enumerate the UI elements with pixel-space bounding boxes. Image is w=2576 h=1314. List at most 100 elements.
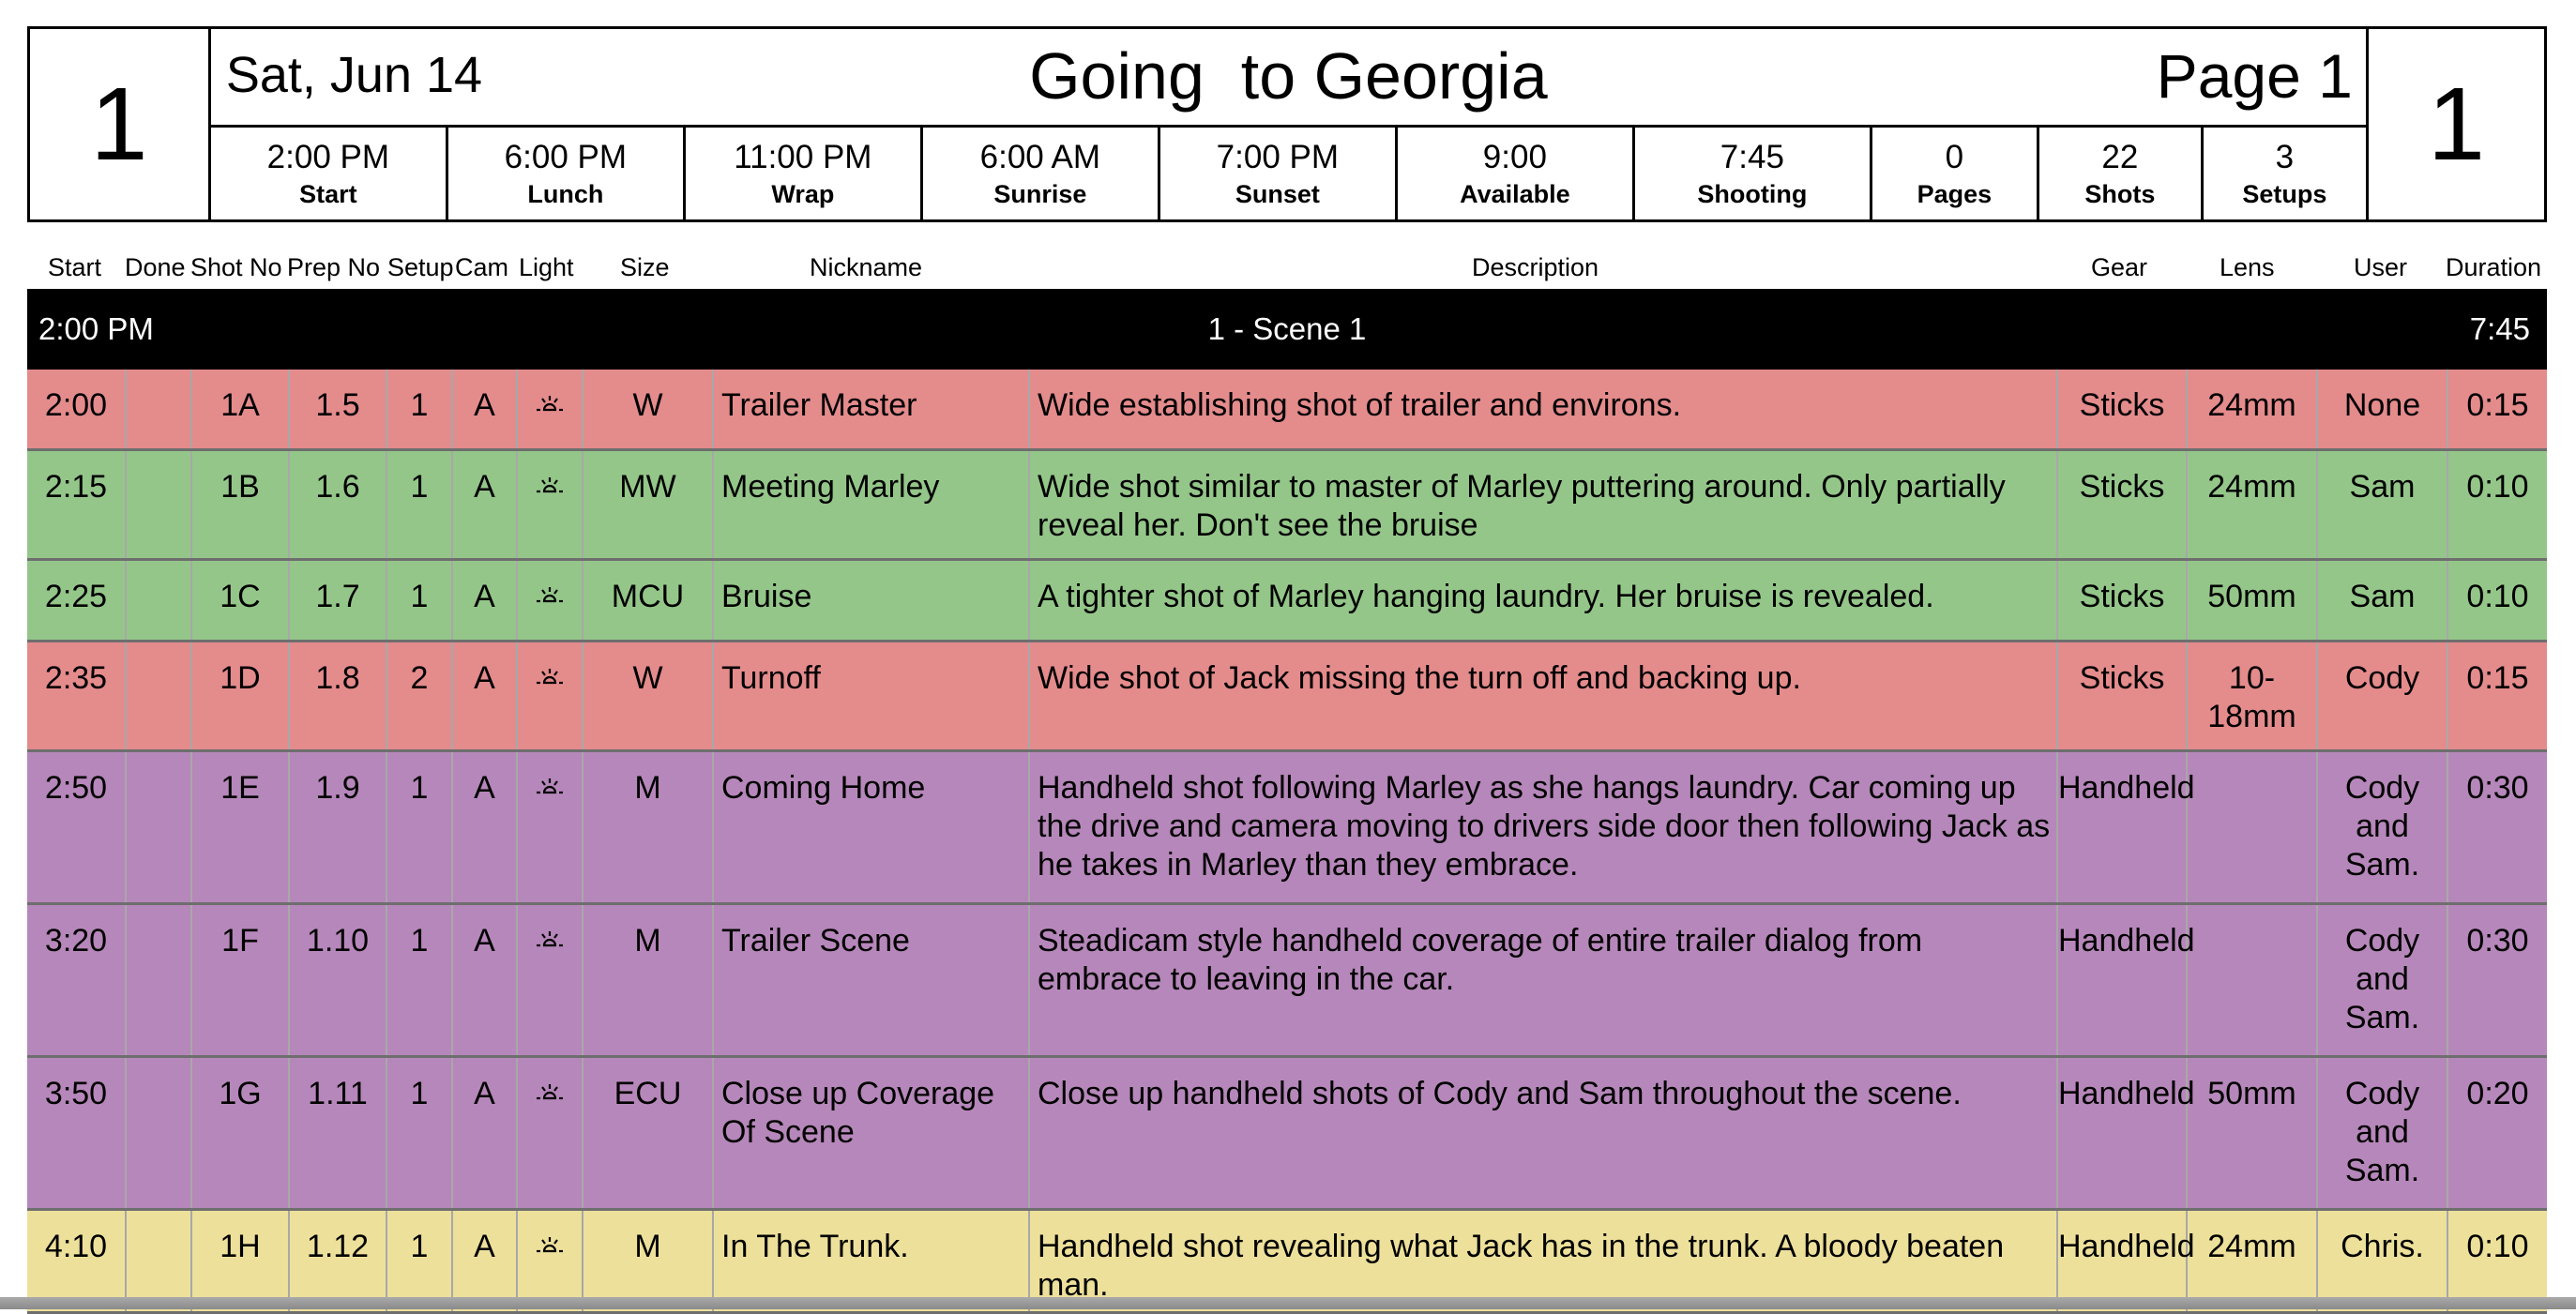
cell-prep: 1.5 bbox=[290, 370, 387, 448]
stat-value: 0 bbox=[1945, 138, 1964, 175]
cell-lens: 24mm bbox=[2188, 370, 2318, 448]
stat-shots: 22 Shots bbox=[2039, 128, 2204, 219]
cell-nickname: Trailer Scene bbox=[714, 905, 1030, 1055]
column-headers: Start Done Shot No Prep No Setup Cam Light Size… bbox=[27, 253, 2547, 287]
column-header-setup[interactable]: Setup bbox=[387, 253, 454, 282]
cell-size: MW bbox=[583, 451, 714, 558]
cell-lens bbox=[2188, 752, 2318, 902]
cell-size: W bbox=[583, 370, 714, 448]
shot-row[interactable]: 2:00 1A 1.5 1 A W Trailer Master Wide establish… bbox=[27, 370, 2547, 451]
cell-prep: 1.11 bbox=[290, 1058, 387, 1208]
header-center: Sat, Jun 14 Going to Georgia Page 1 2:00… bbox=[210, 29, 2366, 219]
cell-duration: 0:10 bbox=[2466, 469, 2529, 505]
column-header-prep-no[interactable]: Prep No bbox=[287, 253, 380, 282]
shot-row[interactable]: 3:20 1F 1.10 1 A M Trailer Scene Steadicam styl… bbox=[27, 905, 2547, 1058]
column-header-lens[interactable]: Lens bbox=[2220, 253, 2275, 282]
cell-done[interactable] bbox=[127, 1058, 192, 1208]
cell-done[interactable] bbox=[127, 752, 192, 902]
cell-done[interactable] bbox=[127, 1211, 192, 1311]
stat-value: 7:45 bbox=[1720, 138, 1784, 175]
cell-done[interactable] bbox=[127, 561, 192, 640]
sun-icon bbox=[536, 1076, 564, 1111]
cell-light bbox=[518, 905, 583, 1055]
sun-icon bbox=[536, 923, 564, 959]
cell-size: M bbox=[583, 905, 714, 1055]
cell-lens: 50mm bbox=[2188, 561, 2318, 640]
cell-done[interactable] bbox=[127, 370, 192, 448]
shot-row[interactable]: 2:15 1B 1.6 1 A MW Meeting Marley Wide shot sim… bbox=[27, 451, 2547, 561]
stat-label: Start bbox=[299, 179, 357, 208]
column-header-cam[interactable]: Cam bbox=[455, 253, 508, 282]
shot-row[interactable]: 2:25 1C 1.7 1 A MCU Bruise A tighter shot of Ma… bbox=[27, 561, 2547, 642]
cell-prep: 1.6 bbox=[290, 451, 387, 558]
cell-size: W bbox=[583, 642, 714, 749]
cell-lens: 24mm bbox=[2188, 1211, 2318, 1311]
cell-light bbox=[518, 642, 583, 749]
stat-label: Pages bbox=[1917, 179, 1993, 208]
cell-gear: Sticks bbox=[2058, 561, 2188, 640]
cell-cam: A bbox=[453, 561, 518, 640]
cell-cam: A bbox=[453, 905, 518, 1055]
stat-sunset: 7:00 PM Sunset bbox=[1160, 128, 1398, 219]
cell-user: Sam bbox=[2318, 561, 2448, 640]
cell-user: Cody bbox=[2318, 642, 2448, 749]
stat-setups: 3 Setups bbox=[2204, 128, 2366, 219]
cell-cam: A bbox=[453, 370, 518, 448]
shot-row[interactable]: 2:50 1E 1.9 1 A M Coming Home Handheld shot fol… bbox=[27, 752, 2547, 905]
stat-value: 9:00 bbox=[1482, 138, 1547, 175]
column-header-user[interactable]: User bbox=[2354, 253, 2407, 282]
cell-user: Cody and Sam. bbox=[2318, 752, 2448, 902]
day-number-left: 1 bbox=[30, 29, 211, 219]
cell-gear: Handheld bbox=[2058, 1058, 2195, 1208]
column-header-light[interactable]: Light bbox=[519, 253, 574, 282]
shot-row[interactable]: 2:35 1D 1.8 2 A W Turnoff Wide shot of Jack mis… bbox=[27, 642, 2547, 752]
column-header-start[interactable]: Start bbox=[48, 253, 101, 282]
shot-row[interactable]: 3:50 1G 1.11 1 A ECU Close up Coverage Of Scen… bbox=[27, 1058, 2547, 1211]
cell-lens: 10-18mm bbox=[2188, 642, 2318, 749]
cell-prep: 1.9 bbox=[290, 752, 387, 902]
column-header-duration[interactable]: Duration bbox=[2446, 253, 2541, 282]
column-header-done[interactable]: Done bbox=[125, 253, 186, 282]
project-title: Going to Georgia bbox=[1029, 39, 1548, 113]
column-header-size[interactable]: Size bbox=[620, 253, 670, 282]
column-header-nickname[interactable]: Nickname bbox=[810, 253, 922, 282]
stat-lunch: 6:00 PM Lunch bbox=[448, 128, 686, 219]
cell-done[interactable] bbox=[127, 905, 192, 1055]
column-header-shot-no[interactable]: Shot No bbox=[190, 253, 282, 282]
stat-value: 22 bbox=[2101, 138, 2139, 175]
cell-shot: 1E bbox=[192, 752, 290, 902]
stat-shooting: 7:45 Shooting bbox=[1635, 128, 1872, 219]
cell-description: Steadicam style handheld coverage of ent… bbox=[1030, 905, 2058, 1055]
cell-gear: Handheld bbox=[2058, 905, 2195, 1055]
cell-size: M bbox=[583, 752, 714, 902]
sun-icon bbox=[536, 469, 564, 505]
cell-cam: A bbox=[453, 1058, 518, 1208]
cell-start: 2:00 bbox=[27, 370, 127, 448]
stat-label: Available bbox=[1460, 179, 1570, 208]
cell-light bbox=[518, 1211, 583, 1311]
cell-prep: 1.8 bbox=[290, 642, 387, 749]
cell-duration: 0:30 bbox=[2466, 923, 2529, 959]
scene-header[interactable]: 2:00 PM 1 - Scene 1 7:45 bbox=[27, 289, 2547, 370]
column-header-gear[interactable]: Gear bbox=[2091, 253, 2147, 282]
cell-done[interactable] bbox=[127, 642, 192, 749]
column-header-description[interactable]: Description bbox=[1472, 253, 1599, 282]
cell-cam: A bbox=[453, 1211, 518, 1311]
bottom-toolbar bbox=[0, 1297, 2576, 1309]
cell-setup: 1 bbox=[387, 1211, 453, 1311]
cell-shot: 1D bbox=[192, 642, 290, 749]
cell-prep: 1.10 bbox=[290, 905, 387, 1055]
stat-label: Shots bbox=[2084, 179, 2156, 208]
page-number: Page 1 bbox=[2156, 41, 2353, 111]
header-title-bar: Sat, Jun 14 Going to Georgia Page 1 bbox=[210, 29, 2366, 128]
cell-setup: 1 bbox=[387, 561, 453, 640]
cell-cam: A bbox=[453, 642, 518, 749]
cell-nickname: Bruise bbox=[714, 561, 1030, 640]
cell-description: Handheld shot revealing what Jack has in… bbox=[1030, 1211, 2058, 1311]
cell-duration: 0:30 bbox=[2466, 770, 2529, 806]
cell-start: 3:50 bbox=[27, 1058, 127, 1208]
cell-done[interactable] bbox=[127, 451, 192, 558]
cell-setup: 1 bbox=[387, 752, 453, 902]
cell-light bbox=[518, 370, 583, 448]
stat-label: Sunset bbox=[1235, 179, 1320, 208]
